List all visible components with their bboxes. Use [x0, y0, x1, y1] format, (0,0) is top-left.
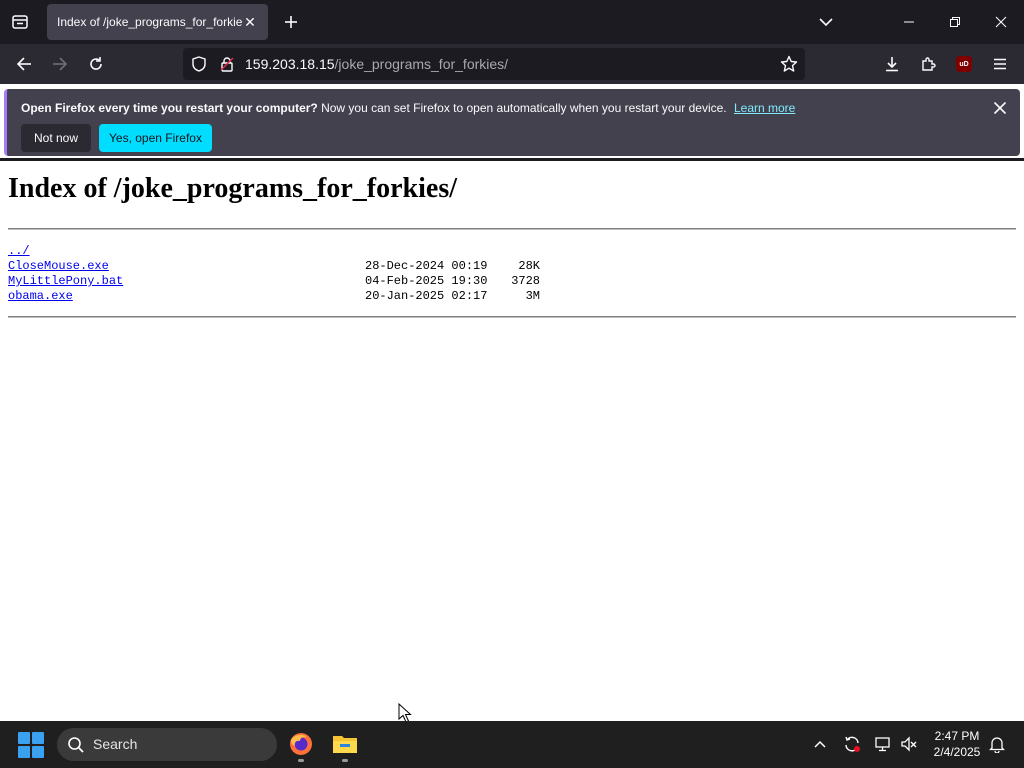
file-date: 20-Jan-2025 02:17	[365, 289, 488, 303]
mouse-cursor-icon	[398, 703, 412, 723]
sync-alert-icon[interactable]	[842, 734, 862, 754]
forward-icon[interactable]	[46, 50, 74, 78]
file-date: 04-Feb-2025 19:30	[365, 274, 488, 288]
volume-muted-icon[interactable]	[899, 734, 919, 754]
clock-time: 2:47 PM	[934, 729, 980, 743]
ublock-badge: uD	[956, 56, 972, 72]
browser-tab[interactable]: Index of /joke_programs_for_forkies/ ✕	[47, 4, 268, 40]
search-icon	[68, 737, 84, 753]
file-link[interactable]: CloseMouse.exe	[8, 259, 109, 274]
search-label: Search	[93, 736, 138, 752]
file-row: MyLittlePony.bat 04-Feb-2025 19:30 3728	[8, 274, 540, 289]
learn-more-link[interactable]: Learn more	[734, 101, 795, 115]
notification-text: Now you can set Firefox to open automati…	[321, 101, 727, 115]
taskbar-search-box[interactable]: Search	[57, 728, 277, 761]
insecure-lock-icon[interactable]	[217, 54, 237, 74]
list-all-tabs-icon[interactable]	[814, 10, 838, 34]
restore-icon[interactable]	[932, 0, 978, 44]
windows-taskbar: Search 2:47 PM 2/4/2025	[0, 721, 1024, 768]
tab-strip: Index of /joke_programs_for_forkies/ ✕	[0, 0, 1024, 44]
network-icon[interactable]	[873, 734, 893, 754]
url-path: /joke_programs_for_forkies/	[334, 56, 509, 72]
file-size: 3M	[525, 289, 540, 303]
file-link[interactable]: MyLittlePony.bat	[8, 274, 123, 289]
notification-bar: Open Firefox every time you restart your…	[4, 89, 1020, 156]
notification-close-icon[interactable]	[990, 98, 1010, 118]
url-text: 159.203.18.15/joke_programs_for_forkies/	[245, 56, 508, 72]
downloads-icon[interactable]	[878, 50, 906, 78]
firefox-taskbar-icon[interactable]	[286, 729, 316, 762]
bookmark-star-icon[interactable]	[779, 54, 799, 74]
minimize-icon[interactable]	[886, 0, 932, 44]
tracking-protection-shield-icon[interactable]	[189, 54, 209, 74]
parent-dir-row: ../	[8, 244, 51, 259]
tab-title: Index of /joke_programs_for_forkies/	[57, 15, 242, 29]
extensions-icon[interactable]	[914, 50, 942, 78]
notification-title: Open Firefox every time you restart your…	[21, 101, 318, 115]
file-size: 3728	[511, 274, 540, 288]
app-menu-icon[interactable]	[986, 50, 1014, 78]
url-host: 159.203.18.15	[245, 56, 335, 72]
system-clock[interactable]: 2:47 PM 2/4/2025	[926, 728, 988, 760]
file-row: obama.exe 20-Jan-2025 02:17 3M	[8, 289, 540, 304]
tab-close-icon[interactable]: ✕	[242, 14, 258, 30]
page-content: Index of /joke_programs_for_forkies/ ../…	[0, 161, 1024, 721]
top-divider	[8, 228, 1016, 230]
yes-open-firefox-button[interactable]: Yes, open Firefox	[99, 124, 212, 152]
clock-date: 2/4/2025	[933, 745, 981, 759]
page-title: Index of /joke_programs_for_forkies/	[8, 173, 457, 204]
file-explorer-taskbar-icon[interactable]	[330, 729, 360, 762]
parent-directory-link[interactable]: ../	[8, 244, 30, 259]
ublock-origin-icon[interactable]: uD	[950, 50, 978, 78]
bottom-divider	[8, 316, 1016, 318]
back-icon[interactable]	[10, 50, 38, 78]
file-row: CloseMouse.exe 28-Dec-2024 00:19 28K	[8, 259, 540, 274]
show-hidden-icons-chevron-icon[interactable]	[810, 734, 830, 754]
close-window-icon[interactable]	[978, 0, 1024, 44]
reload-icon[interactable]	[82, 50, 110, 78]
not-now-button[interactable]: Not now	[21, 124, 91, 152]
app-running-indicator	[298, 759, 304, 762]
address-bar[interactable]: 159.203.18.15/joke_programs_for_forkies/	[183, 48, 805, 80]
app-running-indicator	[342, 759, 348, 762]
notifications-bell-icon[interactable]	[987, 734, 1007, 754]
new-tab-icon[interactable]	[279, 10, 303, 34]
start-windows-icon[interactable]	[18, 732, 44, 758]
navigation-toolbar: 159.203.18.15/joke_programs_for_forkies/…	[0, 44, 1024, 84]
file-date: 28-Dec-2024 00:19	[365, 259, 488, 273]
file-link[interactable]: obama.exe	[8, 289, 73, 304]
firefox-view-icon[interactable]	[8, 10, 32, 34]
notification-message: Open Firefox every time you restart your…	[21, 101, 795, 115]
file-listing: ../ CloseMouse.exe 28-Dec-2024 00:19 28K…	[8, 244, 540, 304]
file-size: 28K	[518, 259, 540, 273]
